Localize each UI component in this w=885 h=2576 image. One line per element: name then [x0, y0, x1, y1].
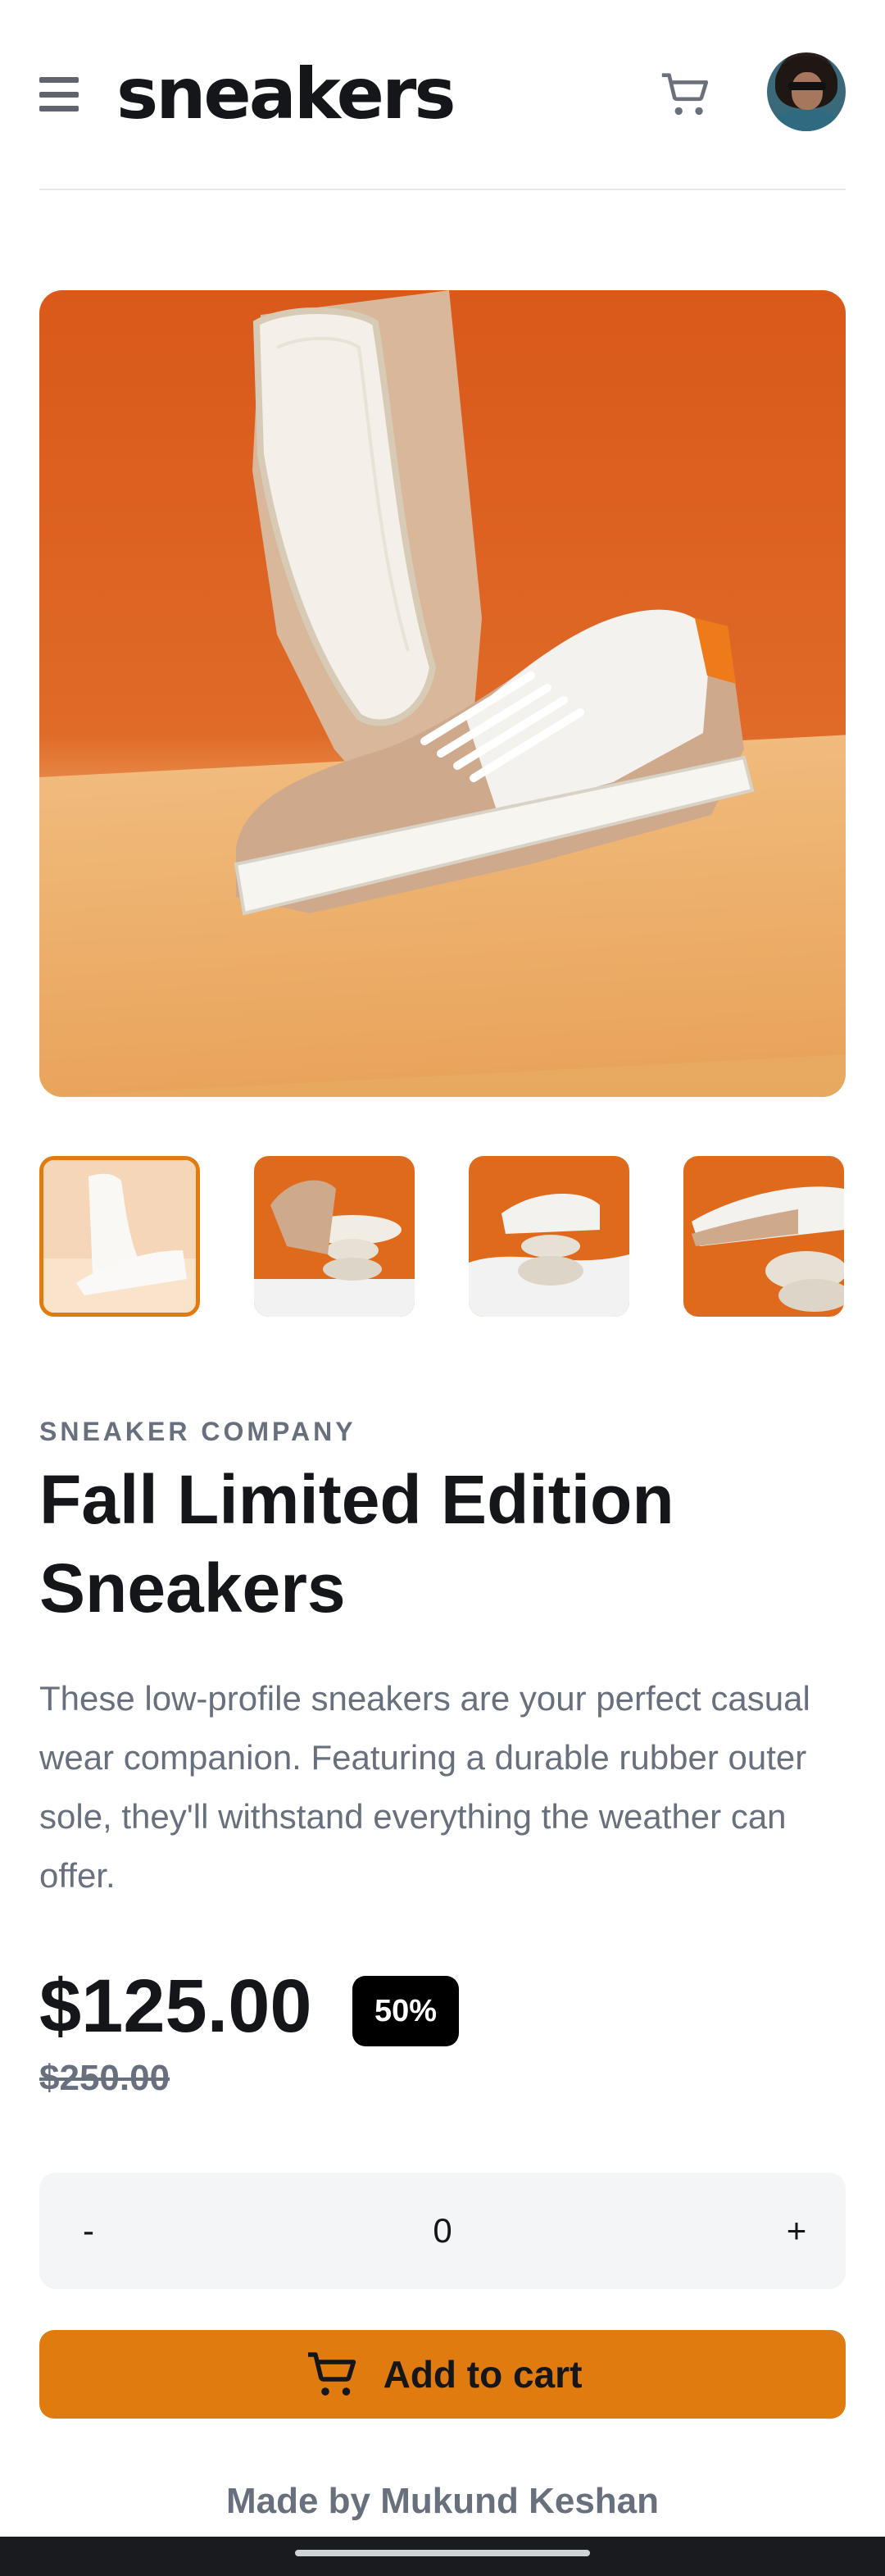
discount-badge: 50%	[352, 1976, 459, 2046]
product-main-image[interactable]	[39, 290, 846, 1097]
thumbnail-2[interactable]	[254, 1156, 415, 1317]
quantity-stepper: 0 - +	[39, 2173, 846, 2289]
sneaker-illustration	[234, 290, 755, 916]
brand-logo[interactable]: sneakers	[116, 53, 456, 135]
cart-icon[interactable]	[657, 66, 715, 123]
header-divider	[39, 189, 846, 190]
cart-icon	[307, 2352, 356, 2396]
system-nav-bar	[0, 2537, 885, 2576]
menu-icon[interactable]	[39, 77, 79, 112]
thumbnail-strip	[39, 1156, 846, 1317]
product-title: Fall Limited Edition Sneakers	[39, 1461, 674, 1627]
add-to-cart-label: Add to cart	[383, 2353, 583, 2396]
quantity-value: 0	[433, 2211, 452, 2250]
add-to-cart-button[interactable]: Add to cart	[39, 2330, 846, 2419]
company-label: SNEAKER COMPANY	[39, 1417, 356, 1446]
original-price: $250.00	[39, 2058, 170, 2098]
home-indicator[interactable]	[295, 2550, 590, 2556]
thumbnail-1[interactable]	[39, 1156, 200, 1317]
increase-quantity-button[interactable]: +	[747, 2173, 846, 2289]
product-description: These low-profile sneakers are your perf…	[39, 1679, 810, 1895]
thumbnail-4[interactable]	[683, 1156, 844, 1317]
decrease-quantity-button[interactable]: -	[39, 2173, 138, 2289]
top-header: sneakers	[39, 49, 846, 139]
footer-credit: Made by Mukund Keshan	[225, 2481, 660, 2521]
current-price: $125.00	[39, 1964, 312, 2048]
avatar[interactable]	[767, 52, 846, 131]
thumbnail-3[interactable]	[469, 1156, 629, 1317]
